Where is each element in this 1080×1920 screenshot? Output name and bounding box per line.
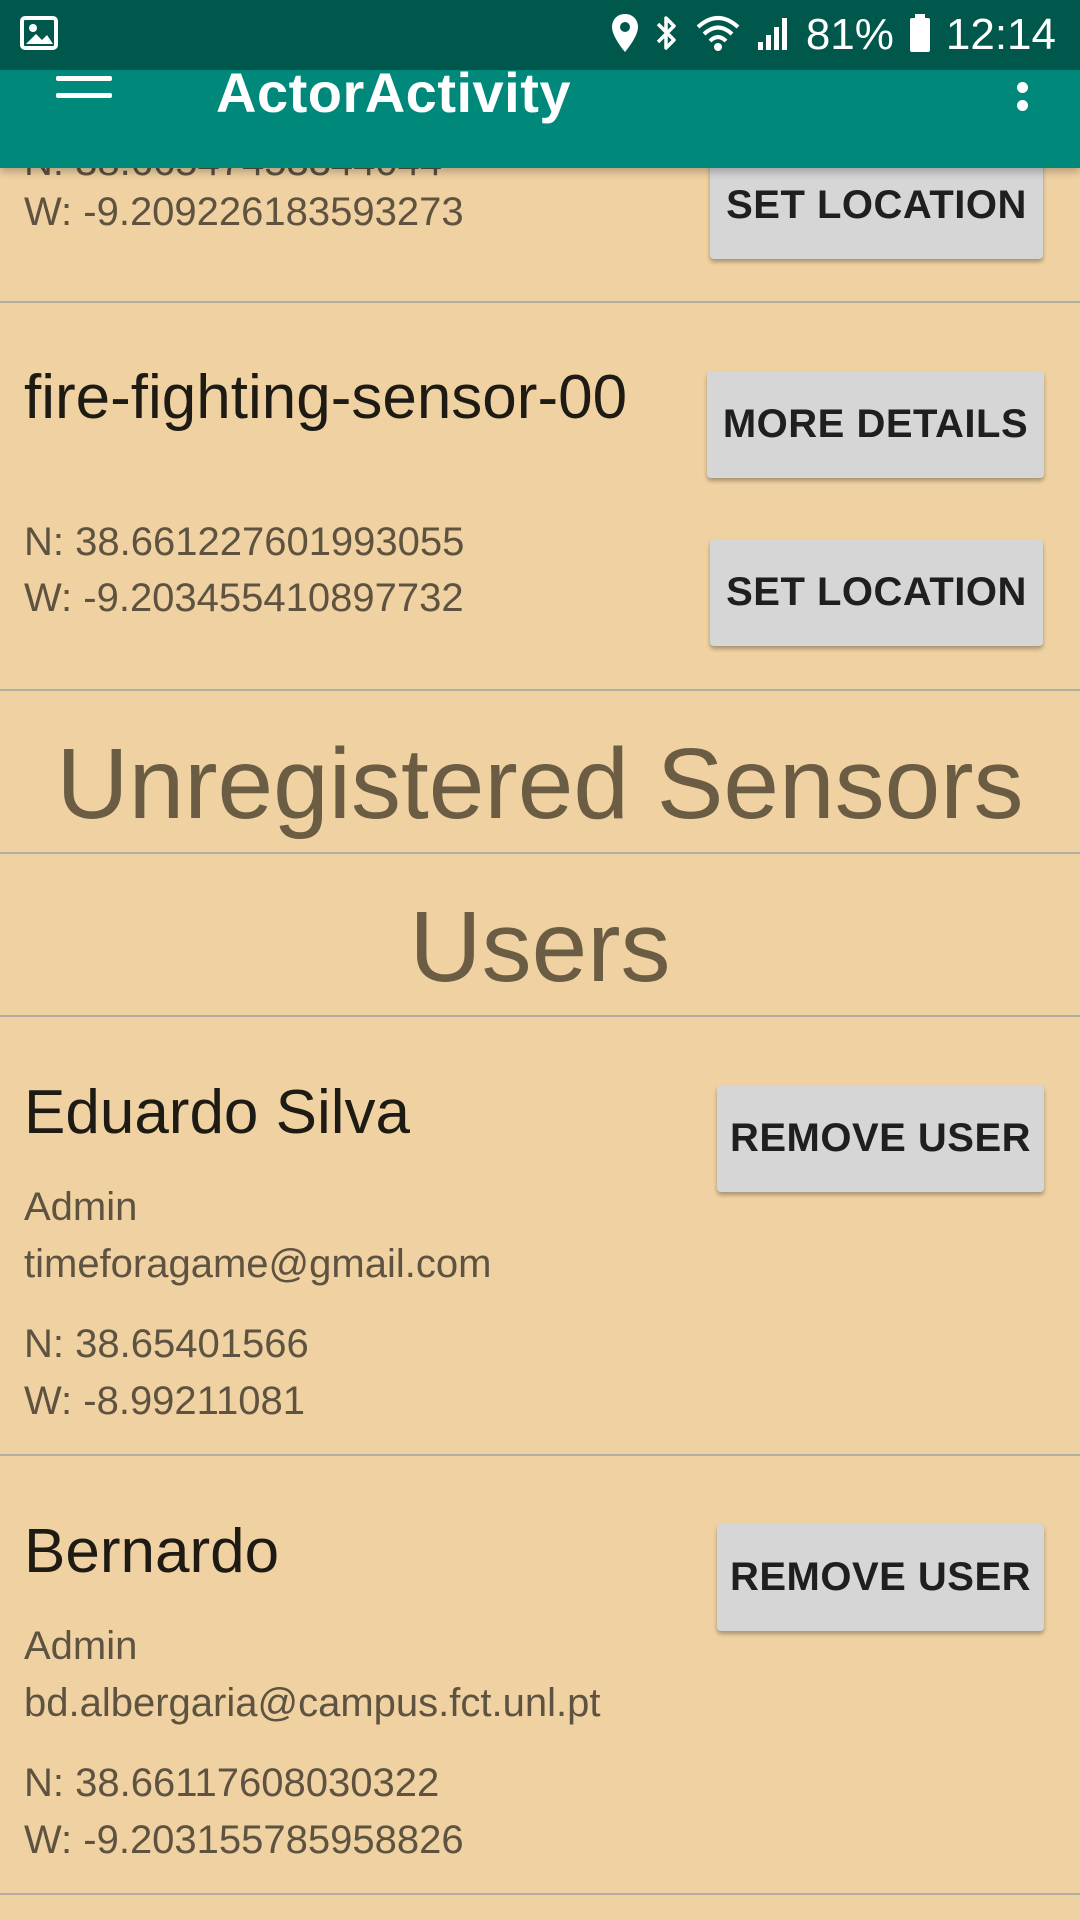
content-list[interactable]: N: 38.66547453344044 W: -9.2092261835932… — [0, 0, 1080, 1920]
signal-icon — [756, 14, 792, 57]
divider — [0, 301, 1080, 303]
divider — [0, 1893, 1080, 1895]
sensor-name: fire-fighting-sensor-00 — [24, 363, 628, 432]
wifi-icon — [694, 13, 742, 58]
set-location-button[interactable]: SET LOCATION — [710, 539, 1043, 646]
divider — [0, 689, 1080, 691]
battery-icon — [908, 12, 932, 59]
app-bar: ActorActivity — [0, 70, 1080, 168]
divider — [0, 1454, 1080, 1456]
image-icon — [20, 16, 58, 55]
sensor-north-coordinate: N: 38.661227601993055 — [24, 520, 465, 564]
menu-icon[interactable] — [56, 76, 112, 116]
users-heading: Users — [409, 891, 671, 1003]
sensor-west-coordinate: W: -9.203455410897732 — [24, 576, 464, 620]
unregistered-sensors-heading: Unregistered Sensors — [56, 728, 1024, 840]
app-title: ActorActivity — [216, 70, 572, 124]
user-name: Eduardo Silva — [24, 1078, 411, 1147]
remove-user-button[interactable]: REMOVE USER — [717, 1524, 1044, 1631]
user-west-coordinate: W: -9.203155785958826 — [24, 1818, 464, 1862]
location-pin-icon — [610, 12, 640, 59]
divider — [0, 852, 1080, 854]
battery-percentage: 81% — [805, 10, 894, 59]
user-north-coordinate: N: 38.66117608030322 — [24, 1761, 440, 1805]
user-email: bd.albergaria@campus.fct.unl.pt — [24, 1681, 601, 1725]
user-email: timeforagame@gmail.com — [24, 1242, 492, 1286]
status-bar: 81% 12:14 — [0, 0, 1080, 70]
clock: 12:14 — [945, 10, 1056, 59]
more-vert-icon[interactable] — [1006, 78, 1040, 118]
user-name: Bernardo — [24, 1517, 280, 1586]
user-role: Admin — [24, 1185, 138, 1229]
screen: N: 38.66547453344044 W: -9.2092261835932… — [0, 0, 1080, 1920]
sensor-west-coordinate: W: -9.209226183593273 — [24, 190, 464, 234]
more-details-button[interactable]: MORE DETAILS — [707, 371, 1044, 478]
user-west-coordinate: W: -8.99211081 — [24, 1379, 305, 1423]
user-role: Admin — [24, 1624, 138, 1668]
set-location-button[interactable]: SET LOCATION — [710, 152, 1043, 259]
divider — [0, 1015, 1080, 1017]
user-north-coordinate: N: 38.65401566 — [24, 1322, 309, 1366]
bluetooth-icon — [654, 12, 680, 59]
remove-user-button[interactable]: REMOVE USER — [717, 1085, 1044, 1192]
